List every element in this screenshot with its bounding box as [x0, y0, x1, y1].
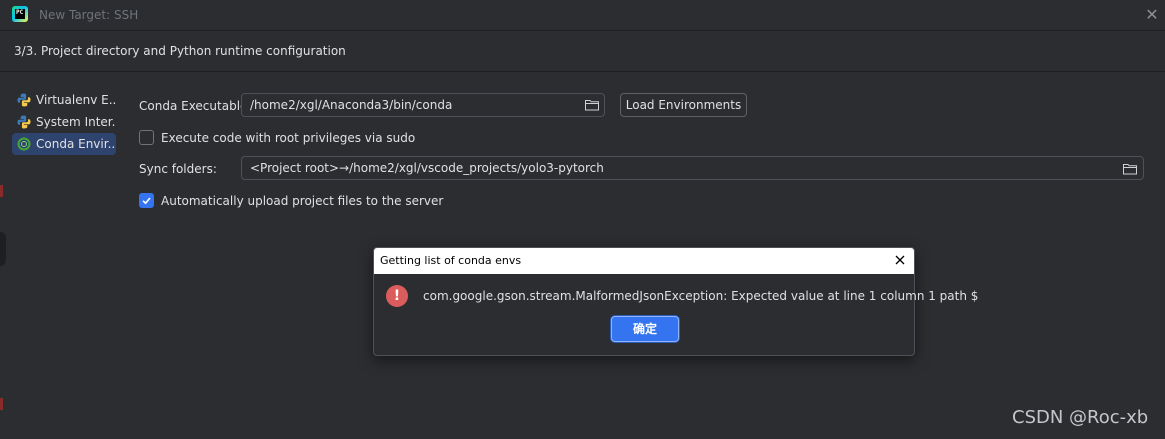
conda-executable-value: /home2/xgl/Anaconda3/bin/conda — [250, 98, 453, 112]
sudo-checkbox-label: Execute code with root privileges via su… — [161, 131, 416, 145]
step-title: 3/3. Project directory and Python runtim… — [14, 44, 346, 58]
browse-folder-icon[interactable] — [585, 99, 599, 111]
ok-button[interactable]: 确定 — [611, 316, 679, 342]
watermark: CSDN @Roc-xb — [1012, 407, 1149, 428]
conda-executable-field[interactable]: /home2/xgl/Anaconda3/bin/conda — [241, 93, 605, 117]
conda-icon — [17, 137, 31, 151]
sync-folders-label: Sync folders: — [139, 162, 217, 176]
python-icon — [17, 115, 31, 129]
sidebar-item-label: Virtualenv E... — [36, 93, 116, 107]
error-message: com.google.gson.stream.MalformedJsonExce… — [423, 289, 979, 303]
conda-executable-label: Conda Executable: — [139, 99, 252, 113]
window-title: New Target: SSH — [39, 8, 139, 22]
dialog-close-icon[interactable] — [892, 252, 908, 268]
sidebar-item-virtualenv[interactable]: Virtualenv E... — [12, 89, 116, 111]
error-icon: ! — [386, 285, 408, 307]
sync-folders-field[interactable]: <Project root>→/home2/xgl/vscode_project… — [241, 156, 1144, 180]
load-environments-button[interactable]: Load Environments — [620, 93, 747, 117]
sync-folders-value: <Project root>→/home2/xgl/vscode_project… — [250, 161, 604, 175]
sidebar-item-label: System Inter... — [36, 115, 116, 129]
step-header: 3/3. Project directory and Python runtim… — [0, 31, 1165, 72]
auto-upload-checkbox[interactable] — [139, 193, 154, 208]
sidebar-item-system-interpreter[interactable]: System Inter... — [12, 111, 116, 133]
dialog-title: Getting list of conda envs — [380, 254, 522, 267]
auto-upload-label: Automatically upload project files to th… — [161, 194, 444, 208]
checkmark-icon — [142, 197, 151, 205]
window-close-icon[interactable]: ✕ — [1143, 6, 1161, 24]
pycharm-logo-icon: PC — [12, 6, 28, 22]
python-icon — [17, 93, 31, 107]
sudo-checkbox[interactable] — [139, 130, 154, 145]
browse-folder-icon[interactable] — [1123, 163, 1137, 175]
dialog-header: Getting list of conda envs — [374, 248, 914, 274]
sidebar-item-conda-environment[interactable]: Conda Envir... — [12, 133, 116, 155]
title-bar: PC New Target: SSH ✕ — [0, 0, 1165, 31]
error-dialog: Getting list of conda envs ! com.google.… — [373, 247, 978, 356]
logo-text: PC — [15, 9, 25, 19]
sidebar-item-label: Conda Envir... — [36, 137, 116, 151]
interpreter-type-list: Virtualenv E... System Inter... Conda En… — [0, 72, 125, 439]
